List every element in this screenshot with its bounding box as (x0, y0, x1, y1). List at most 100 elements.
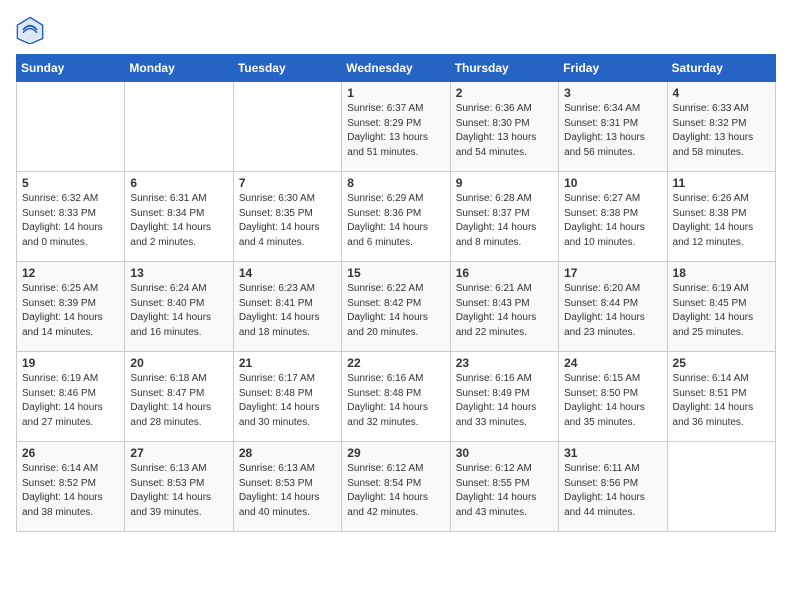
day-number: 31 (564, 446, 661, 460)
cell-info: Sunrise: 6:36 AMSunset: 8:30 PMDaylight:… (456, 102, 553, 160)
day-number: 10 (564, 176, 661, 190)
calendar-cell: 2 Sunrise: 6:36 AMSunset: 8:30 PMDaylight… (450, 82, 558, 172)
cell-info: Sunrise: 6:13 AMSunset: 8:53 PMDaylight:… (239, 462, 336, 520)
day-number: 1 (347, 86, 444, 100)
calendar-cell: 9 Sunrise: 6:28 AMSunset: 8:37 PMDaylight… (450, 172, 558, 262)
day-number: 21 (239, 356, 336, 370)
day-number: 8 (347, 176, 444, 190)
day-number: 9 (456, 176, 553, 190)
cell-info: Sunrise: 6:34 AMSunset: 8:31 PMDaylight:… (564, 102, 661, 160)
logo-icon (16, 16, 44, 44)
calendar-cell: 17 Sunrise: 6:20 AMSunset: 8:44 PMDayligh… (559, 262, 667, 352)
cell-info: Sunrise: 6:31 AMSunset: 8:34 PMDaylight:… (130, 192, 227, 250)
page-header (16, 16, 776, 44)
day-number: 17 (564, 266, 661, 280)
cell-info: Sunrise: 6:15 AMSunset: 8:50 PMDaylight:… (564, 372, 661, 430)
calendar-cell (233, 82, 341, 172)
day-number: 5 (22, 176, 119, 190)
day-number: 30 (456, 446, 553, 460)
day-number: 26 (22, 446, 119, 460)
weekday-header-friday: Friday (559, 55, 667, 82)
calendar-cell: 6 Sunrise: 6:31 AMSunset: 8:34 PMDaylight… (125, 172, 233, 262)
day-number: 27 (130, 446, 227, 460)
calendar-cell: 10Sunrise: 6:27 AMSunset: 8:38 PMDayligh… (559, 172, 667, 262)
calendar-cell: 19Sunrise: 6:19 AMSunset: 8:46 PMDayligh… (17, 352, 125, 442)
cell-info: Sunrise: 6:28 AMSunset: 8:37 PMDaylight:… (456, 192, 553, 250)
calendar-cell: 1 Sunrise: 6:37 AMSunset: 8:29 PMDaylight… (342, 82, 450, 172)
calendar-week-row: 1 Sunrise: 6:37 AMSunset: 8:29 PMDaylight… (17, 82, 776, 172)
calendar-cell: 7 Sunrise: 6:30 AMSunset: 8:35 PMDaylight… (233, 172, 341, 262)
day-number: 28 (239, 446, 336, 460)
calendar-cell: 21 Sunrise: 6:17 AMSunset: 8:48 PMDayligh… (233, 352, 341, 442)
cell-info: Sunrise: 6:16 AMSunset: 8:49 PMDaylight:… (456, 372, 553, 430)
day-number: 3 (564, 86, 661, 100)
cell-info: Sunrise: 6:22 AMSunset: 8:42 PMDaylight:… (347, 282, 444, 340)
calendar-cell: 18 Sunrise: 6:19 AMSunset: 8:45 PMDayligh… (667, 262, 775, 352)
calendar-table: SundayMondayTuesdayWednesdayThursdayFrid… (16, 54, 776, 532)
day-number: 7 (239, 176, 336, 190)
calendar-week-row: 26 Sunrise: 6:14 AMSunset: 8:52 PMDayligh… (17, 442, 776, 532)
calendar-cell: 31 Sunrise: 6:11 AMSunset: 8:56 PMDayligh… (559, 442, 667, 532)
calendar-cell: 15 Sunrise: 6:22 AMSunset: 8:42 PMDayligh… (342, 262, 450, 352)
cell-info: Sunrise: 6:14 AMSunset: 8:52 PMDaylight:… (22, 462, 119, 520)
logo (16, 16, 48, 44)
cell-info: Sunrise: 6:23 AMSunset: 8:41 PMDaylight:… (239, 282, 336, 340)
calendar-cell: 27 Sunrise: 6:13 AMSunset: 8:53 PMDayligh… (125, 442, 233, 532)
calendar-week-row: 5 Sunrise: 6:32 AMSunset: 8:33 PMDaylight… (17, 172, 776, 262)
cell-info: Sunrise: 6:19 AMSunset: 8:46 PMDaylight:… (22, 372, 119, 430)
cell-info: Sunrise: 6:17 AMSunset: 8:48 PMDaylight:… (239, 372, 336, 430)
day-number: 22 (347, 356, 444, 370)
calendar-cell: 24 Sunrise: 6:15 AMSunset: 8:50 PMDayligh… (559, 352, 667, 442)
weekday-header-sunday: Sunday (17, 55, 125, 82)
calendar-cell: 13 Sunrise: 6:24 AMSunset: 8:40 PMDayligh… (125, 262, 233, 352)
day-number: 18 (673, 266, 770, 280)
calendar-cell: 22 Sunrise: 6:16 AMSunset: 8:48 PMDayligh… (342, 352, 450, 442)
day-number: 23 (456, 356, 553, 370)
calendar-cell: 4Sunrise: 6:33 AMSunset: 8:32 PMDaylight… (667, 82, 775, 172)
cell-info: Sunrise: 6:32 AMSunset: 8:33 PMDaylight:… (22, 192, 119, 250)
weekday-header-saturday: Saturday (667, 55, 775, 82)
cell-info: Sunrise: 6:33 AMSunset: 8:32 PMDaylight:… (673, 102, 770, 160)
cell-info: Sunrise: 6:11 AMSunset: 8:56 PMDaylight:… (564, 462, 661, 520)
cell-info: Sunrise: 6:37 AMSunset: 8:29 PMDaylight:… (347, 102, 444, 160)
cell-info: Sunrise: 6:13 AMSunset: 8:53 PMDaylight:… (130, 462, 227, 520)
day-number: 14 (239, 266, 336, 280)
cell-info: Sunrise: 6:12 AMSunset: 8:54 PMDaylight:… (347, 462, 444, 520)
day-number: 25 (673, 356, 770, 370)
cell-info: Sunrise: 6:21 AMSunset: 8:43 PMDaylight:… (456, 282, 553, 340)
cell-info: Sunrise: 6:20 AMSunset: 8:44 PMDaylight:… (564, 282, 661, 340)
day-number: 6 (130, 176, 227, 190)
cell-info: Sunrise: 6:25 AMSunset: 8:39 PMDaylight:… (22, 282, 119, 340)
weekday-header-thursday: Thursday (450, 55, 558, 82)
day-number: 2 (456, 86, 553, 100)
weekday-header-wednesday: Wednesday (342, 55, 450, 82)
calendar-cell: 25 Sunrise: 6:14 AMSunset: 8:51 PMDayligh… (667, 352, 775, 442)
calendar-cell (667, 442, 775, 532)
day-number: 20 (130, 356, 227, 370)
weekday-header-monday: Monday (125, 55, 233, 82)
day-number: 16 (456, 266, 553, 280)
cell-info: Sunrise: 6:26 AMSunset: 8:38 PMDaylight:… (673, 192, 770, 250)
cell-info: Sunrise: 6:12 AMSunset: 8:55 PMDaylight:… (456, 462, 553, 520)
day-number: 24 (564, 356, 661, 370)
cell-info: Sunrise: 6:30 AMSunset: 8:35 PMDaylight:… (239, 192, 336, 250)
cell-info: Sunrise: 6:24 AMSunset: 8:40 PMDaylight:… (130, 282, 227, 340)
calendar-cell: 30 Sunrise: 6:12 AMSunset: 8:55 PMDayligh… (450, 442, 558, 532)
calendar-cell: 12Sunrise: 6:25 AMSunset: 8:39 PMDayligh… (17, 262, 125, 352)
day-number: 15 (347, 266, 444, 280)
calendar-cell: 28 Sunrise: 6:13 AMSunset: 8:53 PMDayligh… (233, 442, 341, 532)
calendar-cell: 29Sunrise: 6:12 AMSunset: 8:54 PMDayligh… (342, 442, 450, 532)
day-number: 13 (130, 266, 227, 280)
calendar-week-row: 19Sunrise: 6:19 AMSunset: 8:46 PMDayligh… (17, 352, 776, 442)
cell-info: Sunrise: 6:16 AMSunset: 8:48 PMDaylight:… (347, 372, 444, 430)
calendar-cell: 20 Sunrise: 6:18 AMSunset: 8:47 PMDayligh… (125, 352, 233, 442)
cell-info: Sunrise: 6:18 AMSunset: 8:47 PMDaylight:… (130, 372, 227, 430)
calendar-cell: 23 Sunrise: 6:16 AMSunset: 8:49 PMDayligh… (450, 352, 558, 442)
weekday-header-row: SundayMondayTuesdayWednesdayThursdayFrid… (17, 55, 776, 82)
calendar-cell: 11Sunrise: 6:26 AMSunset: 8:38 PMDayligh… (667, 172, 775, 262)
weekday-header-tuesday: Tuesday (233, 55, 341, 82)
calendar-cell: 26 Sunrise: 6:14 AMSunset: 8:52 PMDayligh… (17, 442, 125, 532)
calendar-body: 1 Sunrise: 6:37 AMSunset: 8:29 PMDaylight… (17, 82, 776, 532)
cell-info: Sunrise: 6:19 AMSunset: 8:45 PMDaylight:… (673, 282, 770, 340)
cell-info: Sunrise: 6:14 AMSunset: 8:51 PMDaylight:… (673, 372, 770, 430)
